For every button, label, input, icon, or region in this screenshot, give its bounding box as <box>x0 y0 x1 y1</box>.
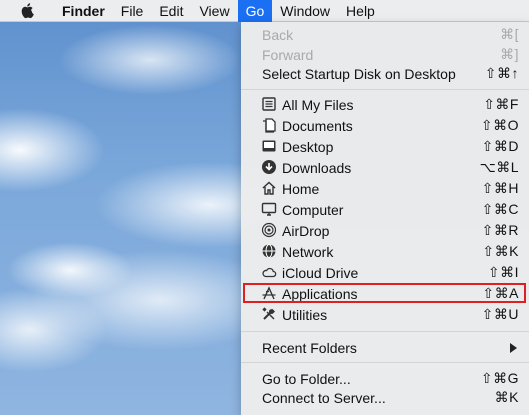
all-my-files-shortcut: ⇧⌘F <box>483 96 519 112</box>
home-shortcut: ⇧⌘H <box>481 180 519 196</box>
desktop-shortcut: ⇧⌘D <box>481 138 519 154</box>
menu-item-network[interactable]: Network ⇧⌘K <box>241 241 529 262</box>
documents-label: Documents <box>282 117 353 134</box>
computer-shortcut: ⇧⌘C <box>481 201 519 217</box>
home-icon <box>261 180 277 196</box>
menu-finder[interactable]: Finder <box>54 0 113 22</box>
menu-item-computer[interactable]: Computer ⇧⌘C <box>241 199 529 220</box>
forward-label: Forward <box>262 46 314 63</box>
downloads-label: Downloads <box>282 159 352 176</box>
menu-item-go-to-folder[interactable]: Go to Folder... ⇧⌘G <box>241 368 529 389</box>
forward-shortcut: ⌘] <box>500 46 519 62</box>
menu-bar: Finder File Edit View Go Window Help <box>0 0 529 22</box>
applications-highlight-box <box>243 283 526 303</box>
menu-item-back[interactable]: Back ⌘[ <box>241 24 529 45</box>
menu-go[interactable]: Go <box>237 0 273 22</box>
menu-edit[interactable]: Edit <box>151 0 191 22</box>
menu-file[interactable]: File <box>113 0 152 22</box>
menu-item-icloud-drive[interactable]: iCloud Drive ⇧⌘I <box>241 262 529 283</box>
menu-item-select-startup-disk[interactable]: Select Startup Disk on Desktop ⇧⌘↑ <box>241 63 529 84</box>
startup-shortcut: ⇧⌘↑ <box>484 65 519 81</box>
menu-separator <box>241 89 529 90</box>
connect-to-server-label: Connect to Server... <box>262 389 386 406</box>
startup-label: Select Startup Disk on Desktop <box>262 65 456 82</box>
downloads-icon <box>261 159 277 175</box>
computer-label: Computer <box>282 201 344 218</box>
back-label: Back <box>262 26 294 43</box>
menu-item-forward[interactable]: Forward ⌘] <box>241 44 529 65</box>
menu-item-desktop[interactable]: Desktop ⇧⌘D <box>241 136 529 157</box>
airdrop-label: AirDrop <box>282 222 330 239</box>
connect-to-server-shortcut: ⌘K <box>494 389 519 405</box>
network-shortcut: ⇧⌘K <box>482 243 519 259</box>
documents-icon <box>261 117 277 133</box>
menu-separator <box>241 331 529 332</box>
home-label: Home <box>282 180 320 197</box>
submenu-arrow-icon <box>510 342 517 353</box>
go-to-folder-label: Go to Folder... <box>262 370 351 387</box>
network-label: Network <box>282 243 334 260</box>
desktop-icon <box>261 138 277 154</box>
menu-help[interactable]: Help <box>338 0 383 22</box>
downloads-shortcut: ⌥⌘L <box>479 159 519 175</box>
desktop-label: Desktop <box>282 138 334 155</box>
menu-item-recent-folders[interactable]: Recent Folders <box>241 337 529 358</box>
computer-icon <box>261 201 277 217</box>
menu-view[interactable]: View <box>191 0 237 22</box>
airdrop-shortcut: ⇧⌘R <box>481 222 519 238</box>
utilities-label: Utilities <box>282 306 328 323</box>
menu-separator <box>241 362 529 363</box>
recent-folders-label: Recent Folders <box>262 339 357 356</box>
icloud-drive-label: iCloud Drive <box>282 264 359 281</box>
menu-item-utilities[interactable]: Utilities ⇧⌘U <box>241 304 529 325</box>
menu-item-documents[interactable]: Documents ⇧⌘O <box>241 115 529 136</box>
network-icon <box>261 243 277 259</box>
menu-window[interactable]: Window <box>272 0 338 22</box>
menu-item-home[interactable]: Home ⇧⌘H <box>241 178 529 199</box>
menu-item-all-my-files[interactable]: All My Files ⇧⌘F <box>241 94 529 115</box>
back-shortcut: ⌘[ <box>500 26 519 42</box>
icloud-drive-shortcut: ⇧⌘I <box>487 264 519 280</box>
menu-item-airdrop[interactable]: AirDrop ⇧⌘R <box>241 220 529 241</box>
menu-item-connect-to-server[interactable]: Connect to Server... ⌘K <box>241 387 529 408</box>
menu-item-downloads[interactable]: Downloads ⌥⌘L <box>241 157 529 178</box>
all-files-icon <box>261 96 277 112</box>
utilities-shortcut: ⇧⌘U <box>481 306 519 322</box>
apple-logo-icon[interactable] <box>18 2 38 18</box>
icloud-icon <box>261 264 277 280</box>
documents-shortcut: ⇧⌘O <box>480 117 519 133</box>
go-menu-dropdown: Back ⌘[ Forward ⌘] Select Startup Disk o… <box>241 22 529 415</box>
all-my-files-label: All My Files <box>282 96 354 113</box>
go-to-folder-shortcut: ⇧⌘G <box>480 370 519 386</box>
utilities-icon <box>261 306 277 322</box>
airdrop-icon <box>261 222 277 238</box>
